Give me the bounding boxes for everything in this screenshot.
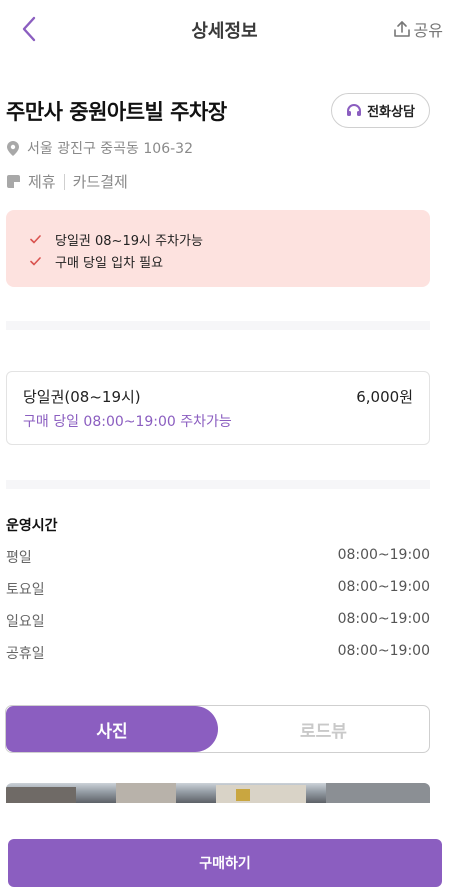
tab-photo[interactable]: 사진: [6, 706, 218, 752]
check-icon: [30, 234, 41, 243]
ticket-description: 구매 당일 08:00~19:00 주차가능: [23, 414, 232, 430]
place-name: 주만사 중원아트빌 주차장: [6, 100, 227, 124]
tag-icon: [7, 175, 20, 188]
photo-building-shape: [216, 785, 306, 803]
photo-building-shape: [116, 783, 176, 803]
hours-row: 일요일 08:00~19:00: [6, 611, 430, 631]
section-divider: [6, 321, 430, 330]
top-bar: 상세정보 공유: [0, 0, 449, 58]
notice-item: 구매 당일 입차 필요: [30, 250, 430, 272]
ticket-card[interactable]: 당일권(08~19시) 6,000원 구매 당일 08:00~19:00 주차가…: [6, 371, 430, 445]
hours-day: 일요일: [6, 614, 45, 630]
share-button[interactable]: 공유: [393, 17, 443, 41]
hours-day: 토요일: [6, 582, 45, 598]
tags-row: 제휴 카드결제: [7, 171, 128, 192]
tag-card-payment: 카드결제: [72, 173, 128, 191]
hours-day: 공휴일: [6, 646, 45, 662]
page-title: 상세정보: [191, 21, 258, 42]
address-row: 서울 광진구 중곡동 106-32: [7, 138, 193, 158]
hours-title: 운영시간: [6, 518, 58, 534]
call-consult-button[interactable]: 전화상담: [331, 93, 430, 128]
hours-row: 토요일 08:00~19:00: [6, 579, 430, 599]
section-divider: [6, 480, 430, 489]
photo-building-shape: [326, 783, 430, 803]
tab-roadview[interactable]: 로드뷰: [218, 706, 429, 752]
check-icon: [30, 256, 41, 265]
hours-time: 08:00~19:00: [337, 579, 430, 595]
address-text: 서울 광진구 중곡동 106-32: [27, 141, 193, 157]
share-label: 공유: [413, 21, 443, 40]
location-pin-icon: [7, 140, 19, 156]
tag-partner: 제휴: [28, 173, 56, 191]
hours-time: 08:00~19:00: [337, 611, 430, 627]
hours-row: 평일 08:00~19:00: [6, 547, 430, 567]
notice-box: 당일권 08~19시 주차가능 구매 당일 입차 필요: [6, 210, 430, 287]
hours-row: 공휴일 08:00~19:00: [6, 643, 430, 663]
parking-photo[interactable]: [6, 783, 430, 803]
ticket-price: 6,000원: [356, 388, 413, 406]
hours-time: 08:00~19:00: [337, 547, 430, 563]
buy-button[interactable]: 구매하기: [8, 839, 442, 887]
call-consult-label: 전화상담: [367, 105, 415, 120]
notice-text: 당일권 08~19시 주차가능: [55, 233, 203, 249]
hours-day: 평일: [6, 550, 32, 566]
headset-icon: [347, 103, 362, 116]
photo-sign-shape: [236, 789, 250, 801]
notice-text: 구매 당일 입차 필요: [55, 255, 164, 271]
hours-time: 08:00~19:00: [337, 643, 430, 659]
ticket-name: 당일권(08~19시): [23, 388, 141, 406]
notice-item: 당일권 08~19시 주차가능: [30, 228, 430, 250]
share-upload-icon: [393, 21, 410, 37]
tag-divider: [63, 173, 65, 190]
media-toggle: 사진 로드뷰: [5, 705, 430, 753]
photo-building-shape: [6, 787, 76, 803]
